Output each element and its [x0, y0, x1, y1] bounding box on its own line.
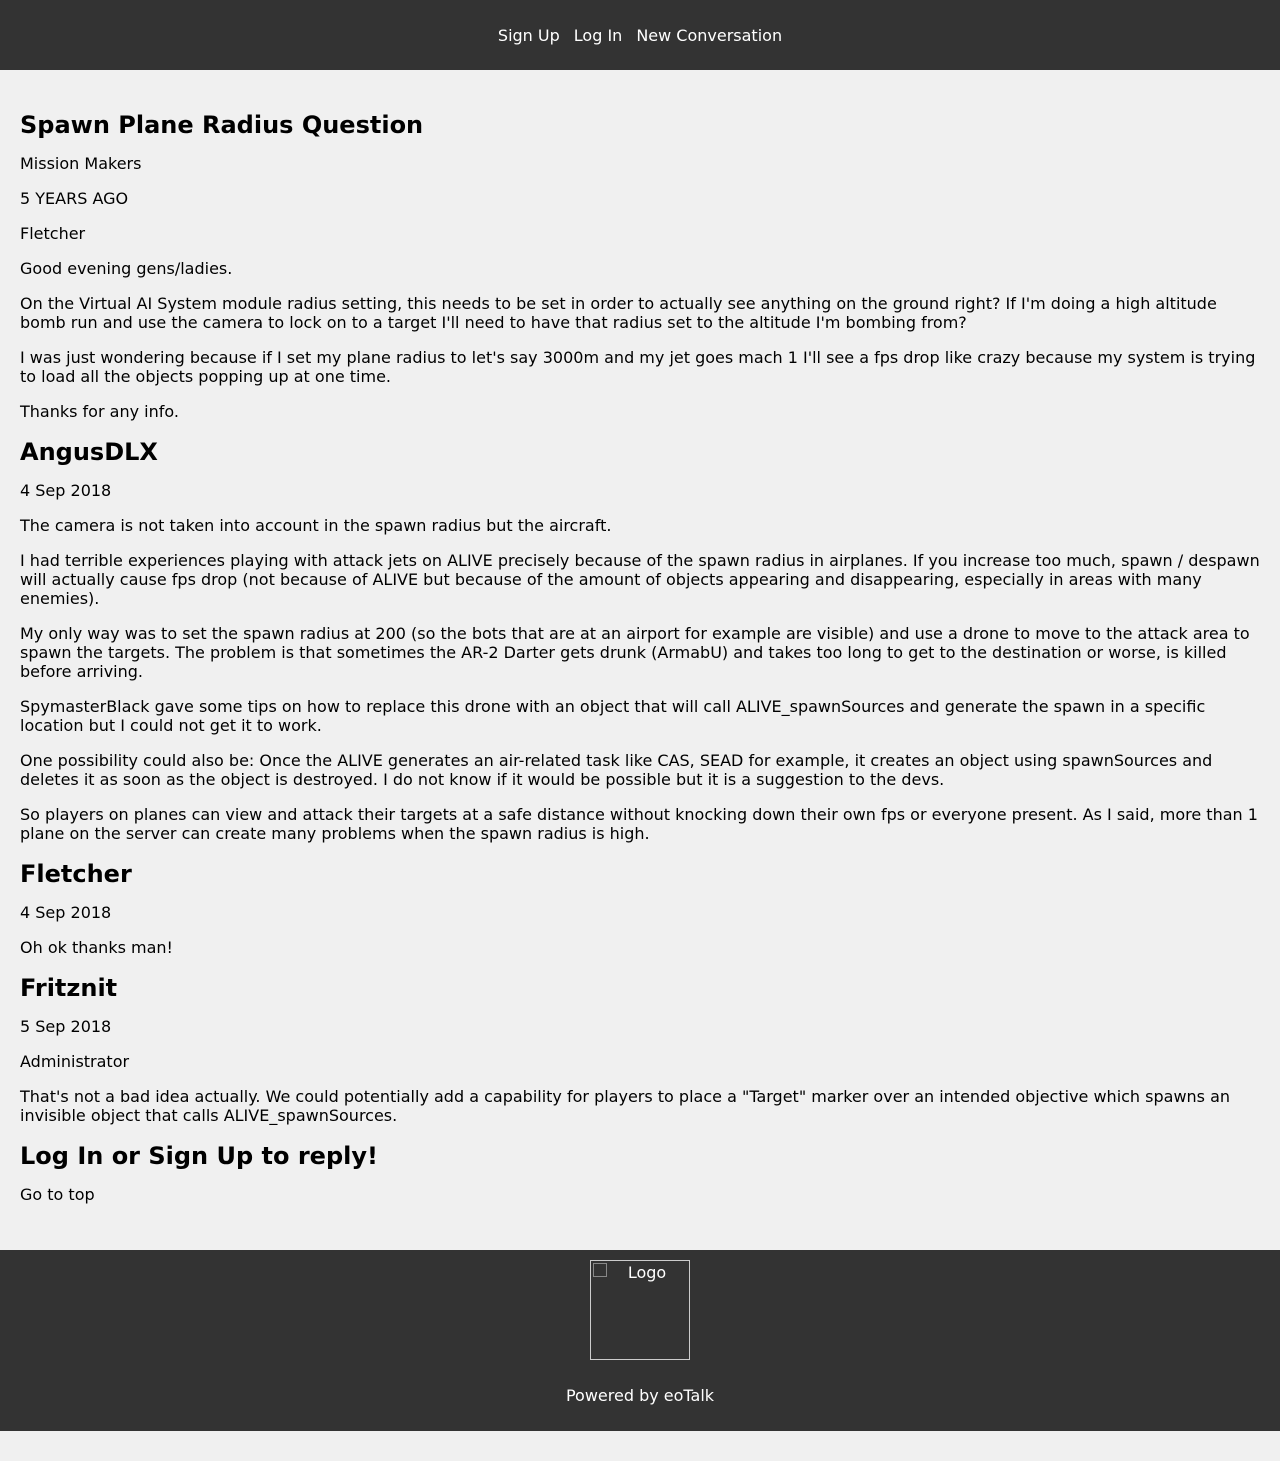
broken-image-icon: [593, 1263, 607, 1277]
reply-author: Fritznit: [20, 974, 118, 1002]
post-paragraph: So players on planes can view and attack…: [20, 805, 1258, 843]
post-paragraph: Good evening gens/ladies.: [20, 259, 233, 278]
log-in-link[interactable]: Log In: [574, 26, 623, 45]
post-paragraph: The camera is not taken into account in …: [20, 516, 612, 535]
powered-by-text: Powered by eoTalk: [565, 1386, 715, 1405]
post-paragraph: One possibility could also be: Once the …: [20, 751, 1213, 789]
reply-date: 5 Sep 2018: [20, 1017, 112, 1036]
reply-post: Fletcher 4 Sep 2018 Oh ok thanks man!: [20, 859, 1260, 957]
sign-up-link[interactable]: Sign Up: [498, 26, 560, 45]
reply-author-role: Administrator: [20, 1052, 130, 1071]
reply-date: 4 Sep 2018: [20, 481, 112, 500]
new-conversation-link[interactable]: New Conversation: [636, 26, 782, 45]
post-paragraph: On the Virtual AI System module radius s…: [20, 294, 1217, 332]
conversation-main: Spawn Plane Radius Question Mission Make…: [0, 70, 1280, 1250]
reply-post: AngusDLX 4 Sep 2018 The camera is not ta…: [20, 437, 1260, 843]
top-nav-bar: Sign Up Log In New Conversation: [0, 0, 1280, 70]
logo-image: Logo: [590, 1260, 690, 1360]
original-post-body: Good evening gens/ladies. On the Virtual…: [20, 259, 1260, 421]
reply-prompt: Log In or Sign Up to reply!: [20, 1142, 378, 1170]
conversation-category: Mission Makers: [20, 154, 142, 173]
original-post-author: Fletcher: [20, 224, 86, 243]
reply-date: 4 Sep 2018: [20, 903, 112, 922]
reply-author: Fletcher: [20, 860, 132, 888]
conversation-title: Spawn Plane Radius Question: [20, 111, 424, 139]
post-paragraph: My only way was to set the spawn radius …: [20, 624, 1250, 681]
post-paragraph: SpymasterBlack gave some tips on how to …: [20, 697, 1206, 735]
page-footer: Logo Powered by eoTalk: [0, 1250, 1280, 1431]
conversation-age: 5 YEARS AGO: [20, 189, 129, 208]
post-paragraph: That's not a bad idea actually. We could…: [20, 1087, 1231, 1125]
post-paragraph: I was just wondering because if I set my…: [20, 348, 1256, 386]
post-paragraph: I had terrible experiences playing with …: [20, 551, 1260, 608]
go-to-top-link[interactable]: Go to top: [20, 1185, 1260, 1204]
reply-post: Fritznit 5 Sep 2018 Administrator That's…: [20, 973, 1260, 1125]
post-paragraph: Oh ok thanks man!: [20, 938, 173, 957]
reply-author: AngusDLX: [20, 438, 158, 466]
post-paragraph: Thanks for any info.: [20, 402, 179, 421]
